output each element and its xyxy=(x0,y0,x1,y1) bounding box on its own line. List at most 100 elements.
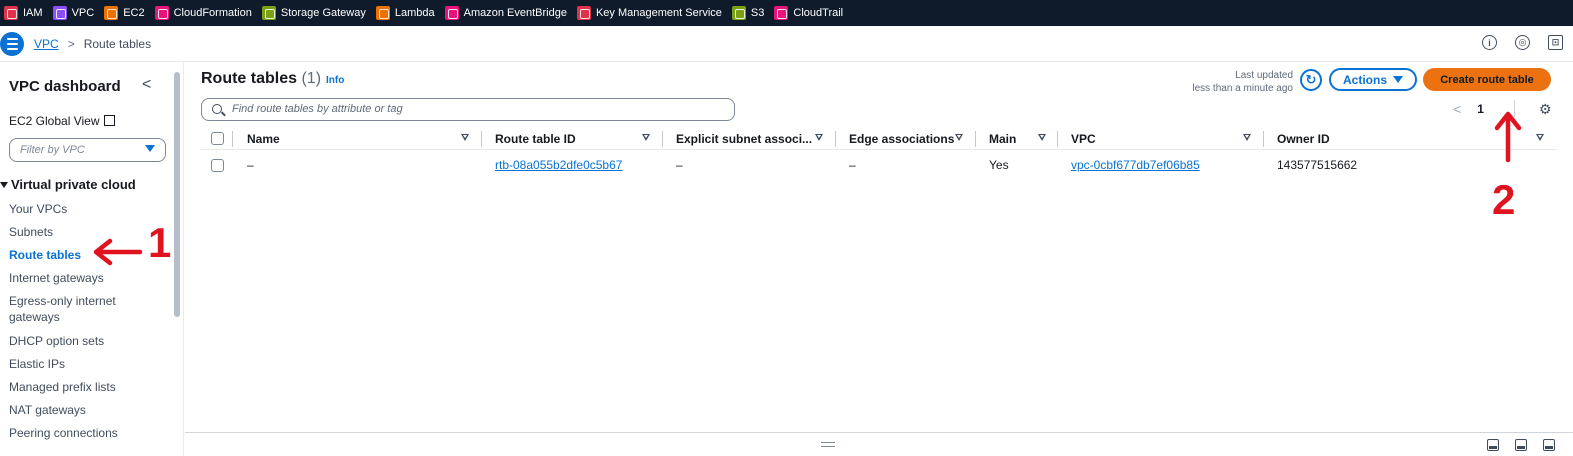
panel-hide-icon[interactable] xyxy=(1543,439,1555,451)
service-iam[interactable]: IAM xyxy=(4,0,43,26)
breadcrumb-bar: VPC > Route tables i ◎ ⊡ xyxy=(0,26,1573,62)
lambda-icon xyxy=(375,6,390,20)
breadcrumb-separator: > xyxy=(67,36,75,51)
storage-gateway-icon xyxy=(261,6,276,20)
select-all-checkbox[interactable] xyxy=(211,132,224,145)
service-kms[interactable]: Key Management Service xyxy=(576,0,722,26)
breadcrumb-current: Route tables xyxy=(83,36,152,51)
column-route-table-id[interactable]: Route table ID xyxy=(495,132,576,146)
column-divider xyxy=(232,131,233,147)
section-virtual-private-cloud[interactable]: Virtual private cloud xyxy=(0,177,136,192)
create-route-table-button[interactable]: Create route table xyxy=(1423,68,1551,91)
vpc-filter-select[interactable]: Filter by VPC xyxy=(9,138,166,162)
collapse-icon[interactable]: < xyxy=(142,76,151,94)
service-s3[interactable]: S3 xyxy=(731,0,764,26)
refresh-icon: ↻ xyxy=(1305,72,1317,87)
column-divider xyxy=(481,131,482,147)
annotation-number-1: 1 xyxy=(148,219,172,266)
sidebar-title: VPC dashboard xyxy=(9,78,121,95)
service-cloudtrail[interactable]: CloudTrail xyxy=(774,0,843,26)
split-panel-bar xyxy=(185,432,1573,456)
refresh-button[interactable]: ↻ xyxy=(1300,69,1322,91)
annotation-arrow-left xyxy=(93,238,143,266)
menu-icon[interactable] xyxy=(0,31,24,56)
search-input[interactable]: Find route tables by attribute or tag xyxy=(201,98,735,121)
sort-icon[interactable] xyxy=(1038,134,1046,141)
info-link[interactable]: Info xyxy=(326,75,344,86)
service-shortcut-bar: IAM VPC EC2 CloudFormation Storage Gatew… xyxy=(0,0,1573,26)
cell-vpc[interactable]: vpc-0cbf677db7ef06b85 xyxy=(1071,158,1200,172)
sidebar-item-internet-gateways[interactable]: Internet gateways xyxy=(9,270,129,286)
annotation-arrow-up xyxy=(1494,111,1522,163)
table-header: Name Route table ID Explicit subnet asso… xyxy=(201,128,1557,150)
cell-main: Yes xyxy=(989,158,1009,172)
panel-bottom-icon[interactable] xyxy=(1487,439,1499,451)
column-divider xyxy=(975,131,976,147)
resize-handle-icon[interactable] xyxy=(821,442,835,447)
search-icon xyxy=(212,104,222,114)
column-main[interactable]: Main xyxy=(989,132,1016,146)
column-name[interactable]: Name xyxy=(247,132,280,146)
column-edge-associations[interactable]: Edge associations xyxy=(849,132,954,146)
gear-icon[interactable]: ⚙ xyxy=(1539,101,1552,118)
iam-icon xyxy=(4,6,18,20)
service-vpc[interactable]: VPC xyxy=(52,0,94,26)
cell-route-table-id[interactable]: rtb-08a055b2dfe0c5b67 xyxy=(495,158,622,172)
sort-icon[interactable] xyxy=(1536,134,1544,141)
page-number[interactable]: 1 xyxy=(1477,102,1484,116)
annotation-number-2: 2 xyxy=(1492,176,1516,223)
column-vpc[interactable]: VPC xyxy=(1071,132,1096,146)
item-count: (1) xyxy=(301,70,322,87)
sort-icon[interactable] xyxy=(1243,134,1251,141)
ec2-icon xyxy=(104,6,119,20)
notifications-icon[interactable]: ◎ xyxy=(1515,35,1530,50)
column-owner-id[interactable]: Owner ID xyxy=(1277,132,1330,146)
row-checkbox[interactable] xyxy=(211,159,224,172)
main-content: Route tables (1) Info Last updated less … xyxy=(185,62,1573,456)
column-divider xyxy=(1057,131,1058,147)
sidebar-item-managed-prefix-lists[interactable]: Managed prefix lists xyxy=(9,379,129,395)
service-cloudformation[interactable]: CloudFormation xyxy=(154,0,252,26)
sidebar-item-your-vpcs[interactable]: Your VPCs xyxy=(9,201,129,217)
sort-icon[interactable] xyxy=(955,134,963,141)
service-lambda[interactable]: Lambda xyxy=(375,0,435,26)
feedback-icon[interactable]: ⊡ xyxy=(1548,35,1563,50)
previous-page-icon[interactable]: < xyxy=(1453,101,1461,117)
expand-icon xyxy=(0,182,8,188)
service-ec2[interactable]: EC2 xyxy=(104,0,145,26)
column-divider xyxy=(662,131,663,147)
sidebar-item-dhcp-option-sets[interactable]: DHCP option sets xyxy=(9,333,129,349)
sidebar-item-peering-connections[interactable]: Peering connections xyxy=(9,425,129,441)
chevron-down-icon xyxy=(145,145,155,152)
service-eventbridge[interactable]: Amazon EventBridge xyxy=(444,0,567,26)
service-storage-gateway[interactable]: Storage Gateway xyxy=(261,0,366,26)
cell-name: – xyxy=(247,158,254,172)
info-icon[interactable]: i xyxy=(1482,35,1497,50)
vpc-icon xyxy=(52,6,67,20)
column-explicit-subnet-associations[interactable]: Explicit subnet associ... xyxy=(676,132,812,146)
chevron-down-icon xyxy=(1393,76,1403,83)
column-divider xyxy=(1263,131,1264,147)
sidebar-item-nat-gateways[interactable]: NAT gateways xyxy=(9,402,129,418)
eventbridge-icon xyxy=(444,6,459,20)
cell-edge-associations: – xyxy=(849,158,856,172)
sort-icon[interactable] xyxy=(815,134,823,141)
cell-owner-id: 143577515662 xyxy=(1277,158,1358,172)
sort-icon[interactable] xyxy=(642,134,650,141)
panel-position-icons xyxy=(1487,439,1555,451)
utility-icons: i ◎ ⊡ xyxy=(1482,35,1563,50)
cloudformation-icon xyxy=(154,6,169,20)
sort-icon[interactable] xyxy=(461,134,469,141)
column-divider xyxy=(835,131,836,147)
sidebar-item-egress-only-internet-gateways[interactable]: Egress-only internet gateways xyxy=(9,293,129,325)
cell-explicit-subnet: – xyxy=(676,158,683,172)
sidebar-item-elastic-ips[interactable]: Elastic IPs xyxy=(9,356,129,372)
s3-icon xyxy=(731,6,746,20)
last-updated: Last updated less than a minute ago xyxy=(1192,70,1293,94)
actions-button[interactable]: Actions xyxy=(1329,68,1417,91)
panel-side-icon[interactable] xyxy=(1515,439,1527,451)
sidebar-item-ec2-global-view[interactable]: EC2 Global View xyxy=(9,114,115,128)
kms-icon xyxy=(576,6,591,20)
sidebar-scrollbar[interactable] xyxy=(174,72,180,317)
breadcrumb-vpc[interactable]: VPC xyxy=(34,37,59,51)
